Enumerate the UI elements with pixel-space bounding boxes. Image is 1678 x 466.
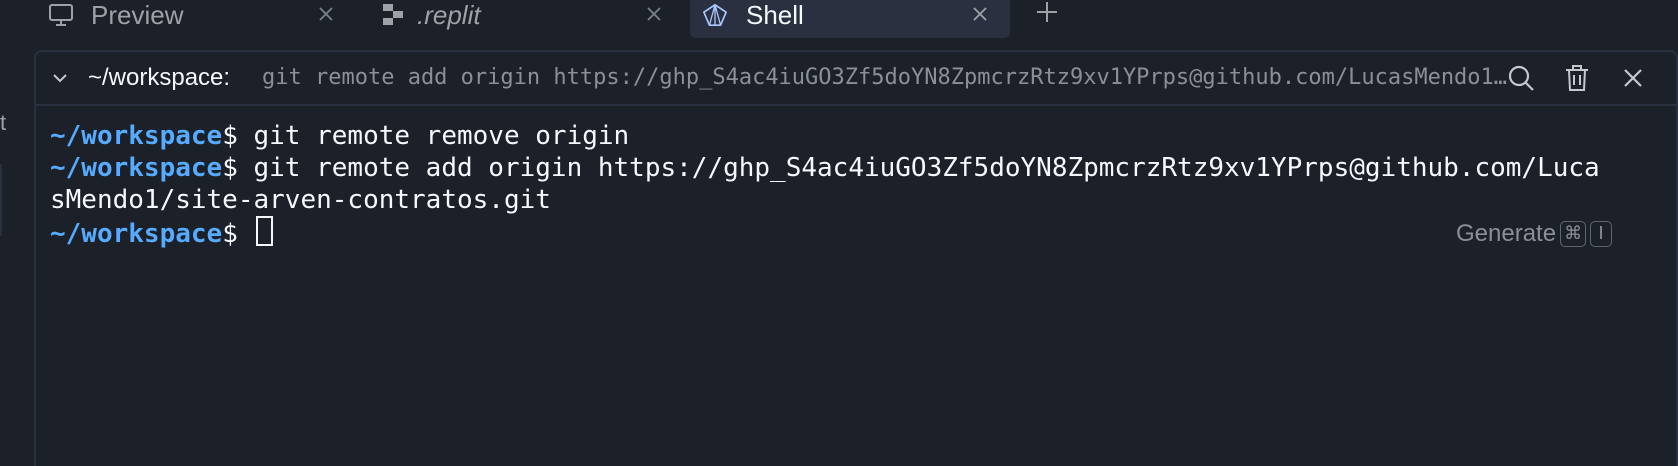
command-text: git remote add origin https://ghp_S4ac4i… bbox=[237, 153, 1600, 183]
prompt: ~/workspace bbox=[50, 153, 223, 183]
sidebar-glyph: t bbox=[0, 110, 6, 135]
sidebar-edge: t bbox=[0, 40, 34, 466]
prompt-symbol: $ bbox=[222, 219, 238, 249]
replit-file-icon bbox=[383, 4, 403, 25]
tab-label: Shell bbox=[746, 0, 804, 30]
close-icon[interactable] bbox=[314, 2, 338, 26]
command-text: sMendo1/site-arven-contratos.git bbox=[50, 185, 551, 215]
generate-label: Generate bbox=[1456, 220, 1557, 247]
terminal-output[interactable]: ~/workspace$ git remote remove origin ~/… bbox=[50, 120, 1650, 249]
terminal-cursor bbox=[255, 216, 273, 246]
shell-icon bbox=[703, 3, 727, 27]
header-path: ~/workspace: bbox=[88, 64, 231, 91]
shell-panel: ~/workspace: git remote add origin https… bbox=[34, 50, 1678, 466]
trash-icon[interactable] bbox=[1562, 63, 1592, 93]
replit-workspace: Preview .replit Shell t ~/workspace: git… bbox=[0, 0, 1678, 466]
tab-bar: Preview .replit Shell bbox=[0, 0, 1678, 40]
terminal-line: ~/workspace$ git remote remove origin bbox=[50, 120, 1650, 152]
panel-header: ~/workspace: git remote add origin https… bbox=[36, 52, 1676, 106]
prompt-symbol: $ bbox=[222, 153, 238, 183]
prompt: ~/workspace bbox=[50, 121, 223, 151]
close-icon[interactable] bbox=[1618, 63, 1648, 93]
tab-label: .replit bbox=[417, 0, 481, 30]
tab-label: Preview bbox=[91, 0, 184, 30]
add-tab-icon[interactable] bbox=[1030, 0, 1064, 28]
prompt: ~/workspace bbox=[50, 219, 223, 249]
tab-shell[interactable]: Shell bbox=[690, 0, 1010, 38]
close-icon[interactable] bbox=[642, 2, 666, 26]
terminal-line: sMendo1/site-arven-contratos.git bbox=[50, 184, 1650, 216]
tab-replit[interactable]: .replit bbox=[360, 0, 680, 38]
generate-hint[interactable]: Generate ⌘ I bbox=[1456, 220, 1613, 248]
terminal-line: ~/workspace$ bbox=[50, 216, 1650, 249]
close-icon[interactable] bbox=[968, 2, 992, 26]
header-command: git remote add origin https://ghp_S4ac4i… bbox=[262, 65, 1518, 90]
command-text: git remote remove origin bbox=[237, 121, 630, 151]
i-key: I bbox=[1590, 221, 1613, 247]
tab-preview[interactable]: Preview bbox=[30, 0, 350, 38]
terminal-line: ~/workspace$ git remote add origin https… bbox=[50, 152, 1650, 184]
prompt-symbol: $ bbox=[222, 121, 238, 151]
chevron-down-icon[interactable] bbox=[50, 68, 70, 88]
command-key-icon: ⌘ bbox=[1560, 221, 1587, 247]
search-icon[interactable] bbox=[1506, 63, 1536, 93]
command-text bbox=[238, 219, 254, 249]
monitor-icon bbox=[49, 4, 73, 26]
sidebar-marker bbox=[0, 164, 2, 236]
